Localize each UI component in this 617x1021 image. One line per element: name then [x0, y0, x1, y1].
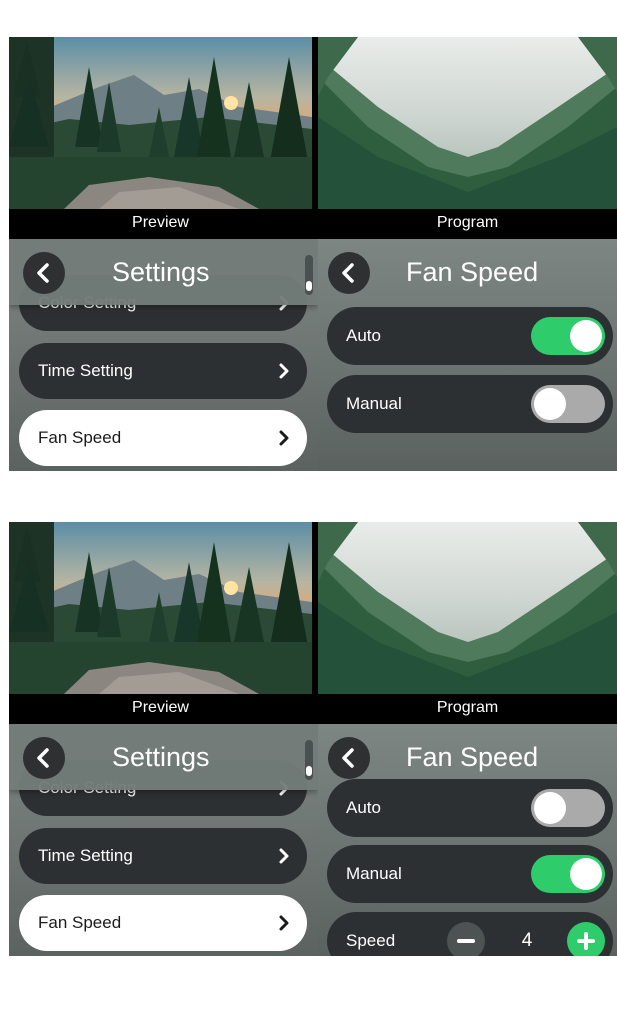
menu-item-fan-speed[interactable]: Fan Speed [19, 895, 307, 951]
back-chevron-icon [37, 748, 49, 768]
speed-label: Speed [346, 931, 396, 950]
chevron-right-icon [279, 915, 289, 931]
auto-toggle[interactable] [531, 317, 605, 355]
program-monitor-image [318, 522, 617, 694]
back-chevron-icon [342, 263, 354, 283]
manual-label: Manual [346, 864, 402, 883]
menu-item-label: Time Setting [38, 361, 133, 380]
device-screen-1: Preview Program Color Setting Time Setti… [9, 37, 617, 471]
settings-title: Settings [112, 742, 210, 772]
auto-toggle[interactable] [531, 789, 605, 827]
back-button[interactable] [23, 252, 65, 294]
program-label: Program [436, 699, 499, 716]
back-chevron-icon [342, 748, 354, 768]
manual-toggle[interactable] [531, 855, 605, 893]
preview-monitor-image [9, 522, 312, 694]
chevron-right-icon [279, 363, 289, 379]
settings-panel: Color Setting Time Setting Fan Speed Set… [9, 724, 318, 956]
speed-decrease-button[interactable] [447, 922, 485, 956]
scrollbar[interactable] [305, 740, 313, 780]
settings-panel: Color Setting Time Setting Fan Speed Set… [9, 239, 318, 471]
settings-header: Settings [9, 239, 318, 305]
fan-speed-title: Fan Speed [406, 742, 539, 772]
minus-icon [457, 939, 475, 943]
auto-row: Auto [327, 307, 613, 365]
speed-increase-button[interactable] [567, 922, 605, 956]
program-monitor-image [318, 37, 617, 209]
back-button[interactable] [23, 737, 65, 779]
scrollbar-thumb[interactable] [306, 766, 312, 776]
fan-speed-title: Fan Speed [406, 257, 539, 287]
speed-row: Speed 4 [327, 912, 613, 956]
menu-item-label: Fan Speed [38, 913, 122, 932]
device-screen-2: Preview Program Color Setting Time Setti… [9, 522, 617, 956]
toggle-knob [570, 320, 602, 352]
plus-icon-vertical [584, 932, 588, 950]
fan-speed-panel: Fan Speed Auto Manual Speed 4 [318, 724, 617, 956]
auto-label: Auto [346, 326, 381, 345]
menu-item-label: Time Setting [38, 846, 133, 865]
speed-value: 4 [521, 930, 533, 951]
fan-speed-panel: Fan Speed Auto Manual [318, 239, 617, 471]
settings-header: Settings [9, 724, 318, 790]
manual-row: Manual [327, 845, 613, 903]
toggle-knob [570, 858, 602, 890]
settings-title: Settings [112, 257, 210, 287]
manual-label: Manual [346, 394, 402, 413]
preview-monitor-image [9, 37, 312, 209]
chevron-right-icon [279, 848, 289, 864]
auto-row: Auto [327, 779, 613, 837]
menu-item-time-setting[interactable]: Time Setting [19, 343, 307, 399]
back-button[interactable] [328, 737, 370, 779]
menu-item-fan-speed[interactable]: Fan Speed [19, 410, 307, 466]
scrollbar[interactable] [305, 255, 313, 295]
program-label: Program [436, 214, 499, 231]
back-button[interactable] [328, 252, 370, 294]
preview-label: Preview [132, 699, 189, 716]
chevron-right-icon [279, 430, 289, 446]
manual-row: Manual [327, 375, 613, 433]
preview-label: Preview [132, 214, 189, 231]
toggle-knob [534, 388, 566, 420]
toggle-knob [534, 792, 566, 824]
back-chevron-icon [37, 263, 49, 283]
scrollbar-thumb[interactable] [306, 281, 312, 291]
auto-label: Auto [346, 798, 381, 817]
manual-toggle[interactable] [531, 385, 605, 423]
menu-item-time-setting[interactable]: Time Setting [19, 828, 307, 884]
menu-item-label: Fan Speed [38, 428, 122, 447]
